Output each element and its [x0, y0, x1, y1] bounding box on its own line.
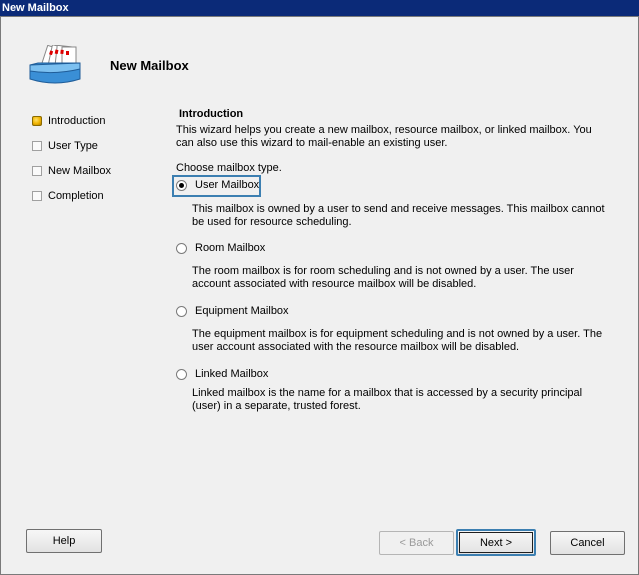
step-label: User Type: [48, 140, 98, 152]
option-description: Linked mailbox is the name for a mailbox…: [192, 387, 583, 412]
section-title: Introduction: [179, 108, 244, 120]
back-button[interactable]: < Back: [379, 531, 454, 555]
step-label: Introduction: [48, 115, 106, 127]
step-pending-icon: [32, 166, 42, 176]
radio-button[interactable]: [176, 243, 187, 254]
option-label[interactable]: Room Mailbox: [195, 242, 265, 254]
step-label: New Mailbox: [48, 165, 111, 177]
choose-label: Choose mailbox type.: [176, 162, 282, 174]
intro-text: This wizard helps you create a new mailb…: [176, 124, 592, 149]
radio-button[interactable]: [176, 369, 187, 380]
mailbox-wizard-icon: [28, 44, 82, 90]
window-title: New Mailbox: [0, 0, 639, 16]
page-title: New Mailbox: [110, 58, 189, 73]
step-active-icon: [32, 116, 42, 126]
next-button-label: Next >: [479, 536, 513, 549]
step-pending-icon: [32, 141, 42, 151]
option-description: This mailbox is owned by a user to send …: [192, 203, 605, 228]
option-label[interactable]: Linked Mailbox: [195, 368, 268, 380]
option-description: The room mailbox is for room scheduling …: [192, 265, 574, 290]
wizard-frame: [0, 16, 639, 575]
help-button[interactable]: Help: [26, 529, 102, 553]
step-label: Completion: [48, 190, 104, 202]
option-label[interactable]: User Mailbox: [195, 179, 259, 191]
step-pending-icon: [32, 191, 42, 201]
option-description: The equipment mailbox is for equipment s…: [192, 328, 603, 353]
radio-button[interactable]: [176, 306, 187, 317]
next-button[interactable]: Next >: [456, 529, 536, 556]
option-label[interactable]: Equipment Mailbox: [195, 305, 289, 317]
cancel-button[interactable]: Cancel: [550, 531, 625, 555]
